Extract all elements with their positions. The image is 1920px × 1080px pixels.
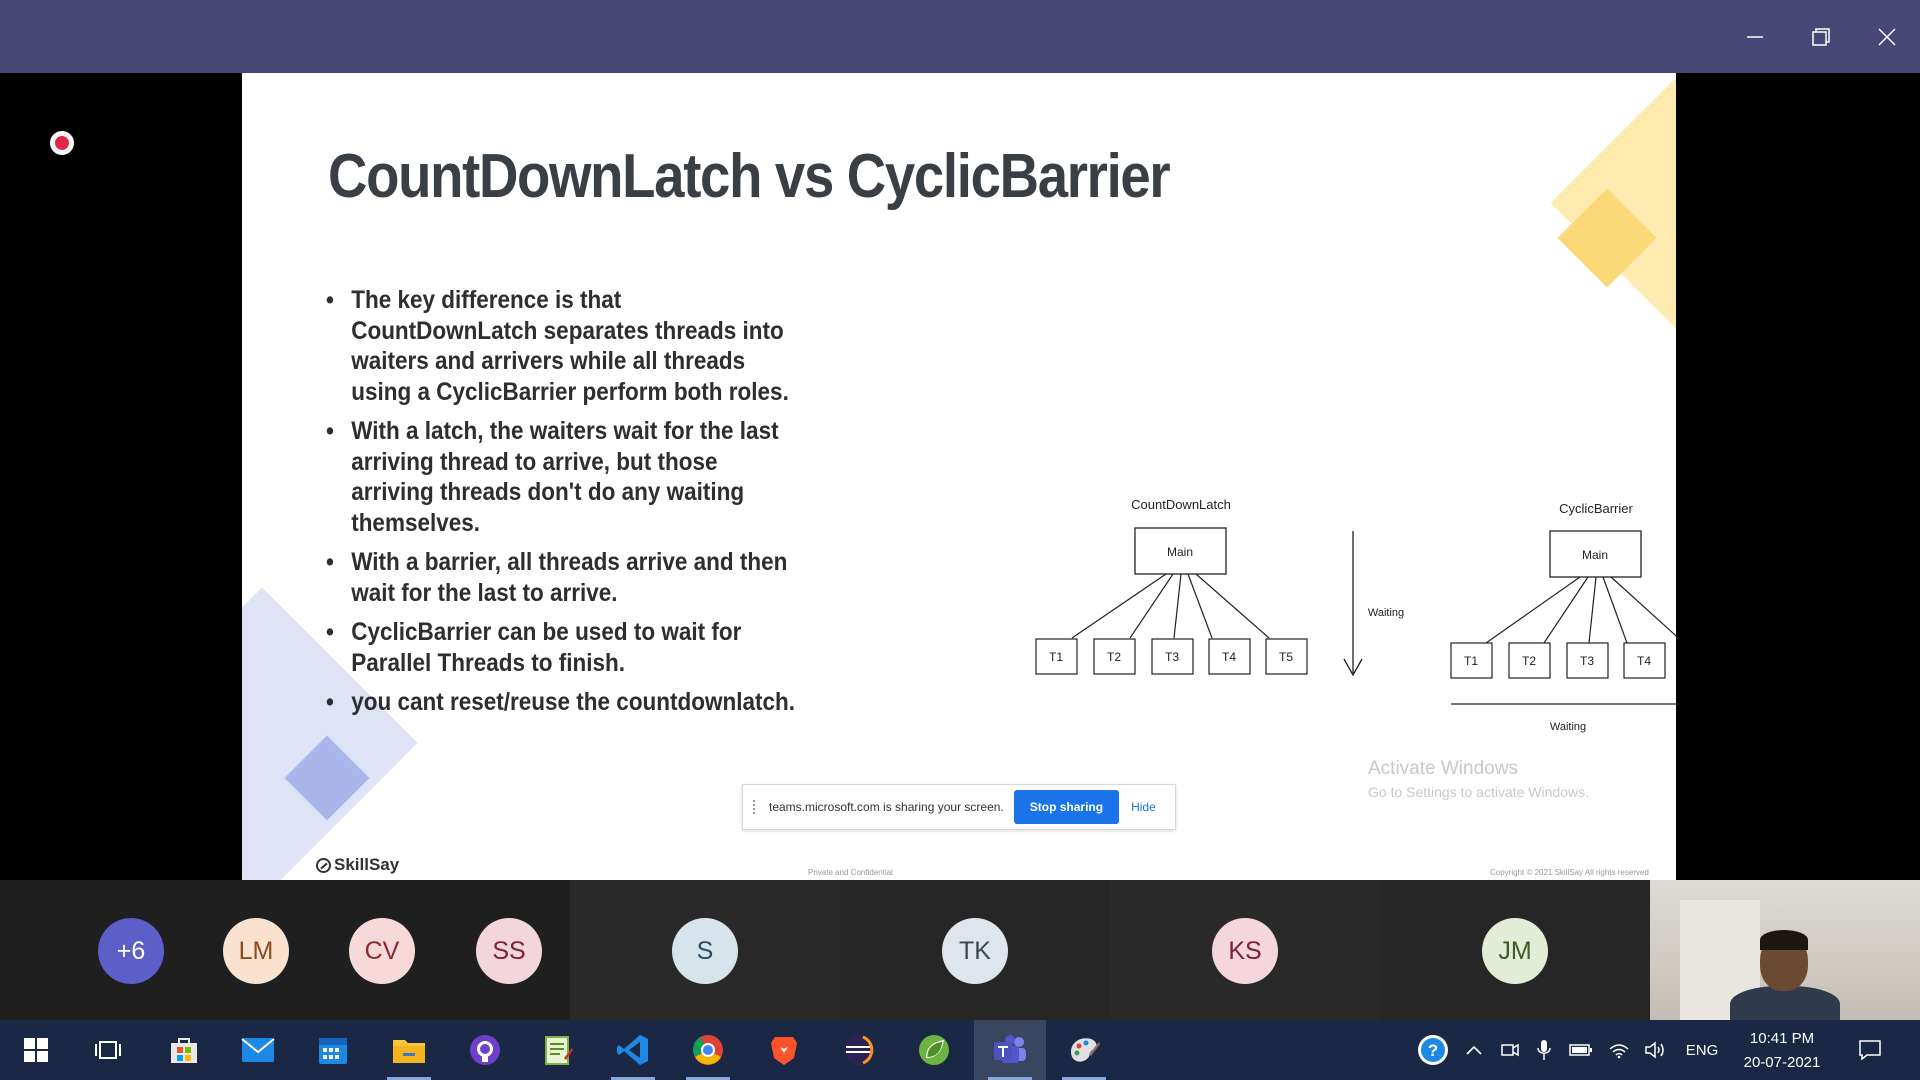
thread-label: T1 <box>1049 650 1063 664</box>
participant-avatar: S <box>672 918 738 984</box>
visual-studio-code-icon[interactable] <box>597 1020 669 1080</box>
participant-group: +6 LM CV SS <box>0 880 570 1020</box>
mail-icon[interactable] <box>222 1020 294 1080</box>
video-person-body <box>1730 986 1840 1020</box>
main-label: Main <box>1167 545 1193 559</box>
microphone-icon[interactable] <box>1530 1020 1558 1080</box>
video-person-hair <box>1760 930 1808 950</box>
language-indicator[interactable]: ENG <box>1680 1020 1724 1080</box>
thread-label: T3 <box>1165 650 1179 664</box>
paint-icon[interactable] <box>1048 1020 1120 1080</box>
waiting-label: Waiting <box>1550 721 1586 733</box>
down-arrow-icon <box>1343 531 1363 677</box>
meet-now-icon[interactable] <box>1496 1020 1524 1080</box>
bullet-item: CyclicBarrier can be used to wait for Pa… <box>326 617 803 678</box>
github-desktop-icon[interactable] <box>449 1020 521 1080</box>
bullet-list: The key difference is that CountDownLatc… <box>326 285 886 727</box>
connector-lines <box>1485 576 1676 644</box>
thread-label: T5 <box>1279 650 1293 664</box>
close-icon[interactable] <box>1864 14 1910 60</box>
windows-taskbar: ? ENG 10:41 PM 20-07-2021 <box>0 1020 1920 1080</box>
footer-copyright: Copyright © 2021 SkillSay All rights res… <box>1490 868 1649 877</box>
thread-label: T2 <box>1522 654 1536 668</box>
countdownlatch-label: CountDownLatch <box>1131 497 1231 512</box>
thread-label: T3 <box>1580 654 1594 668</box>
drag-handle-icon[interactable] <box>753 800 759 814</box>
participant-avatar[interactable]: LM <box>223 918 289 984</box>
restore-icon[interactable] <box>1798 14 1844 60</box>
microsoft-store-icon[interactable] <box>148 1020 220 1080</box>
participant-avatar: JM <box>1482 918 1548 984</box>
battery-icon[interactable] <box>1566 1020 1596 1080</box>
hide-button[interactable]: Hide <box>1131 800 1156 814</box>
sharing-message: teams.microsoft.com is sharing your scre… <box>769 800 1004 814</box>
presentation-slide: CountDownLatch vs CyclicBarrier The key … <box>242 73 1676 880</box>
participant-tile[interactable]: KS <box>1110 880 1380 1020</box>
right-arrow-icon <box>1451 703 1676 705</box>
volume-icon[interactable] <box>1640 1020 1670 1080</box>
help-icon[interactable]: ? <box>1414 1020 1452 1080</box>
task-view-icon[interactable] <box>72 1020 144 1080</box>
brand-logo: SkillSay <box>316 855 399 875</box>
participant-avatar: KS <box>1212 918 1278 984</box>
notepad-plus-plus-icon[interactable] <box>522 1020 594 1080</box>
participants-strip: +6 LM CV SS S TK KS JM <box>0 880 1920 1020</box>
threads-diagram: CountDownLatch Main T1 T2 T3 T4 T5 Waiti… <box>1035 497 1676 733</box>
brand-name: SkillSay <box>334 855 400 874</box>
cyclicbarrier-label: CyclicBarrier <box>1559 501 1633 516</box>
thread-label: T4 <box>1637 654 1651 668</box>
participant-video-tile[interactable] <box>1650 880 1920 1020</box>
microsoft-teams-icon[interactable] <box>974 1020 1046 1080</box>
slide-title: CountDownLatch vs CyclicBarrier <box>328 142 1171 211</box>
recording-indicator-icon <box>50 131 74 155</box>
bullet-item: With a barrier, all threads arrive and t… <box>326 547 803 608</box>
window-title-bar <box>0 0 1920 73</box>
windows-start-icon[interactable] <box>0 1020 72 1080</box>
bullet-item: you cant reset/reuse the countdownlatch. <box>326 687 803 718</box>
chevron-up-icon[interactable] <box>1460 1020 1488 1080</box>
wifi-icon[interactable] <box>1604 1020 1634 1080</box>
thread-label: T4 <box>1222 650 1236 664</box>
stop-sharing-button[interactable]: Stop sharing <box>1013 790 1120 824</box>
brave-browser-icon[interactable] <box>748 1020 820 1080</box>
participant-tile[interactable]: JM <box>1380 880 1650 1020</box>
participant-avatar[interactable]: CV <box>349 918 415 984</box>
notifications-icon[interactable] <box>1848 1020 1892 1080</box>
activate-subtitle: Go to Settings to activate Windows. <box>1368 784 1589 800</box>
file-explorer-icon[interactable] <box>373 1020 445 1080</box>
screen-sharing-bar: teams.microsoft.com is sharing your scre… <box>742 784 1176 830</box>
overflow-participants-button[interactable]: +6 <box>98 918 164 984</box>
chrome-icon[interactable] <box>672 1020 744 1080</box>
participant-avatar: TK <box>942 918 1008 984</box>
eclipse-icon[interactable] <box>823 1020 895 1080</box>
system-clock[interactable]: 10:41 PM 20-07-2021 <box>1736 1027 1828 1075</box>
thread-label: T1 <box>1464 654 1478 668</box>
bullet-item: With a latch, the waiters wait for the l… <box>326 416 803 538</box>
participant-tile[interactable]: TK <box>840 880 1110 1020</box>
participant-tile[interactable]: S <box>570 880 840 1020</box>
clock-time: 10:41 PM <box>1749 1030 1815 1047</box>
waiting-label: Waiting <box>1368 607 1404 619</box>
activate-windows-watermark: Activate Windows Go to Settings to activ… <box>1368 758 1589 800</box>
connector-lines <box>1071 573 1270 639</box>
skillsay-logo-icon <box>316 857 331 873</box>
calendar-icon[interactable] <box>297 1020 369 1080</box>
participant-avatar[interactable]: SS <box>476 918 542 984</box>
activate-title: Activate Windows <box>1368 758 1518 779</box>
svg-text:?: ? <box>1428 1041 1438 1060</box>
spring-tool-suite-icon[interactable] <box>898 1020 970 1080</box>
footer-confidential: Private and Confidential <box>808 868 893 877</box>
clock-date: 20-07-2021 <box>1743 1054 1821 1071</box>
main-label: Main <box>1582 548 1608 562</box>
minimize-icon[interactable] <box>1732 14 1778 60</box>
bullet-item: The key difference is that CountDownLatc… <box>326 285 803 407</box>
thread-label: T2 <box>1107 650 1121 664</box>
